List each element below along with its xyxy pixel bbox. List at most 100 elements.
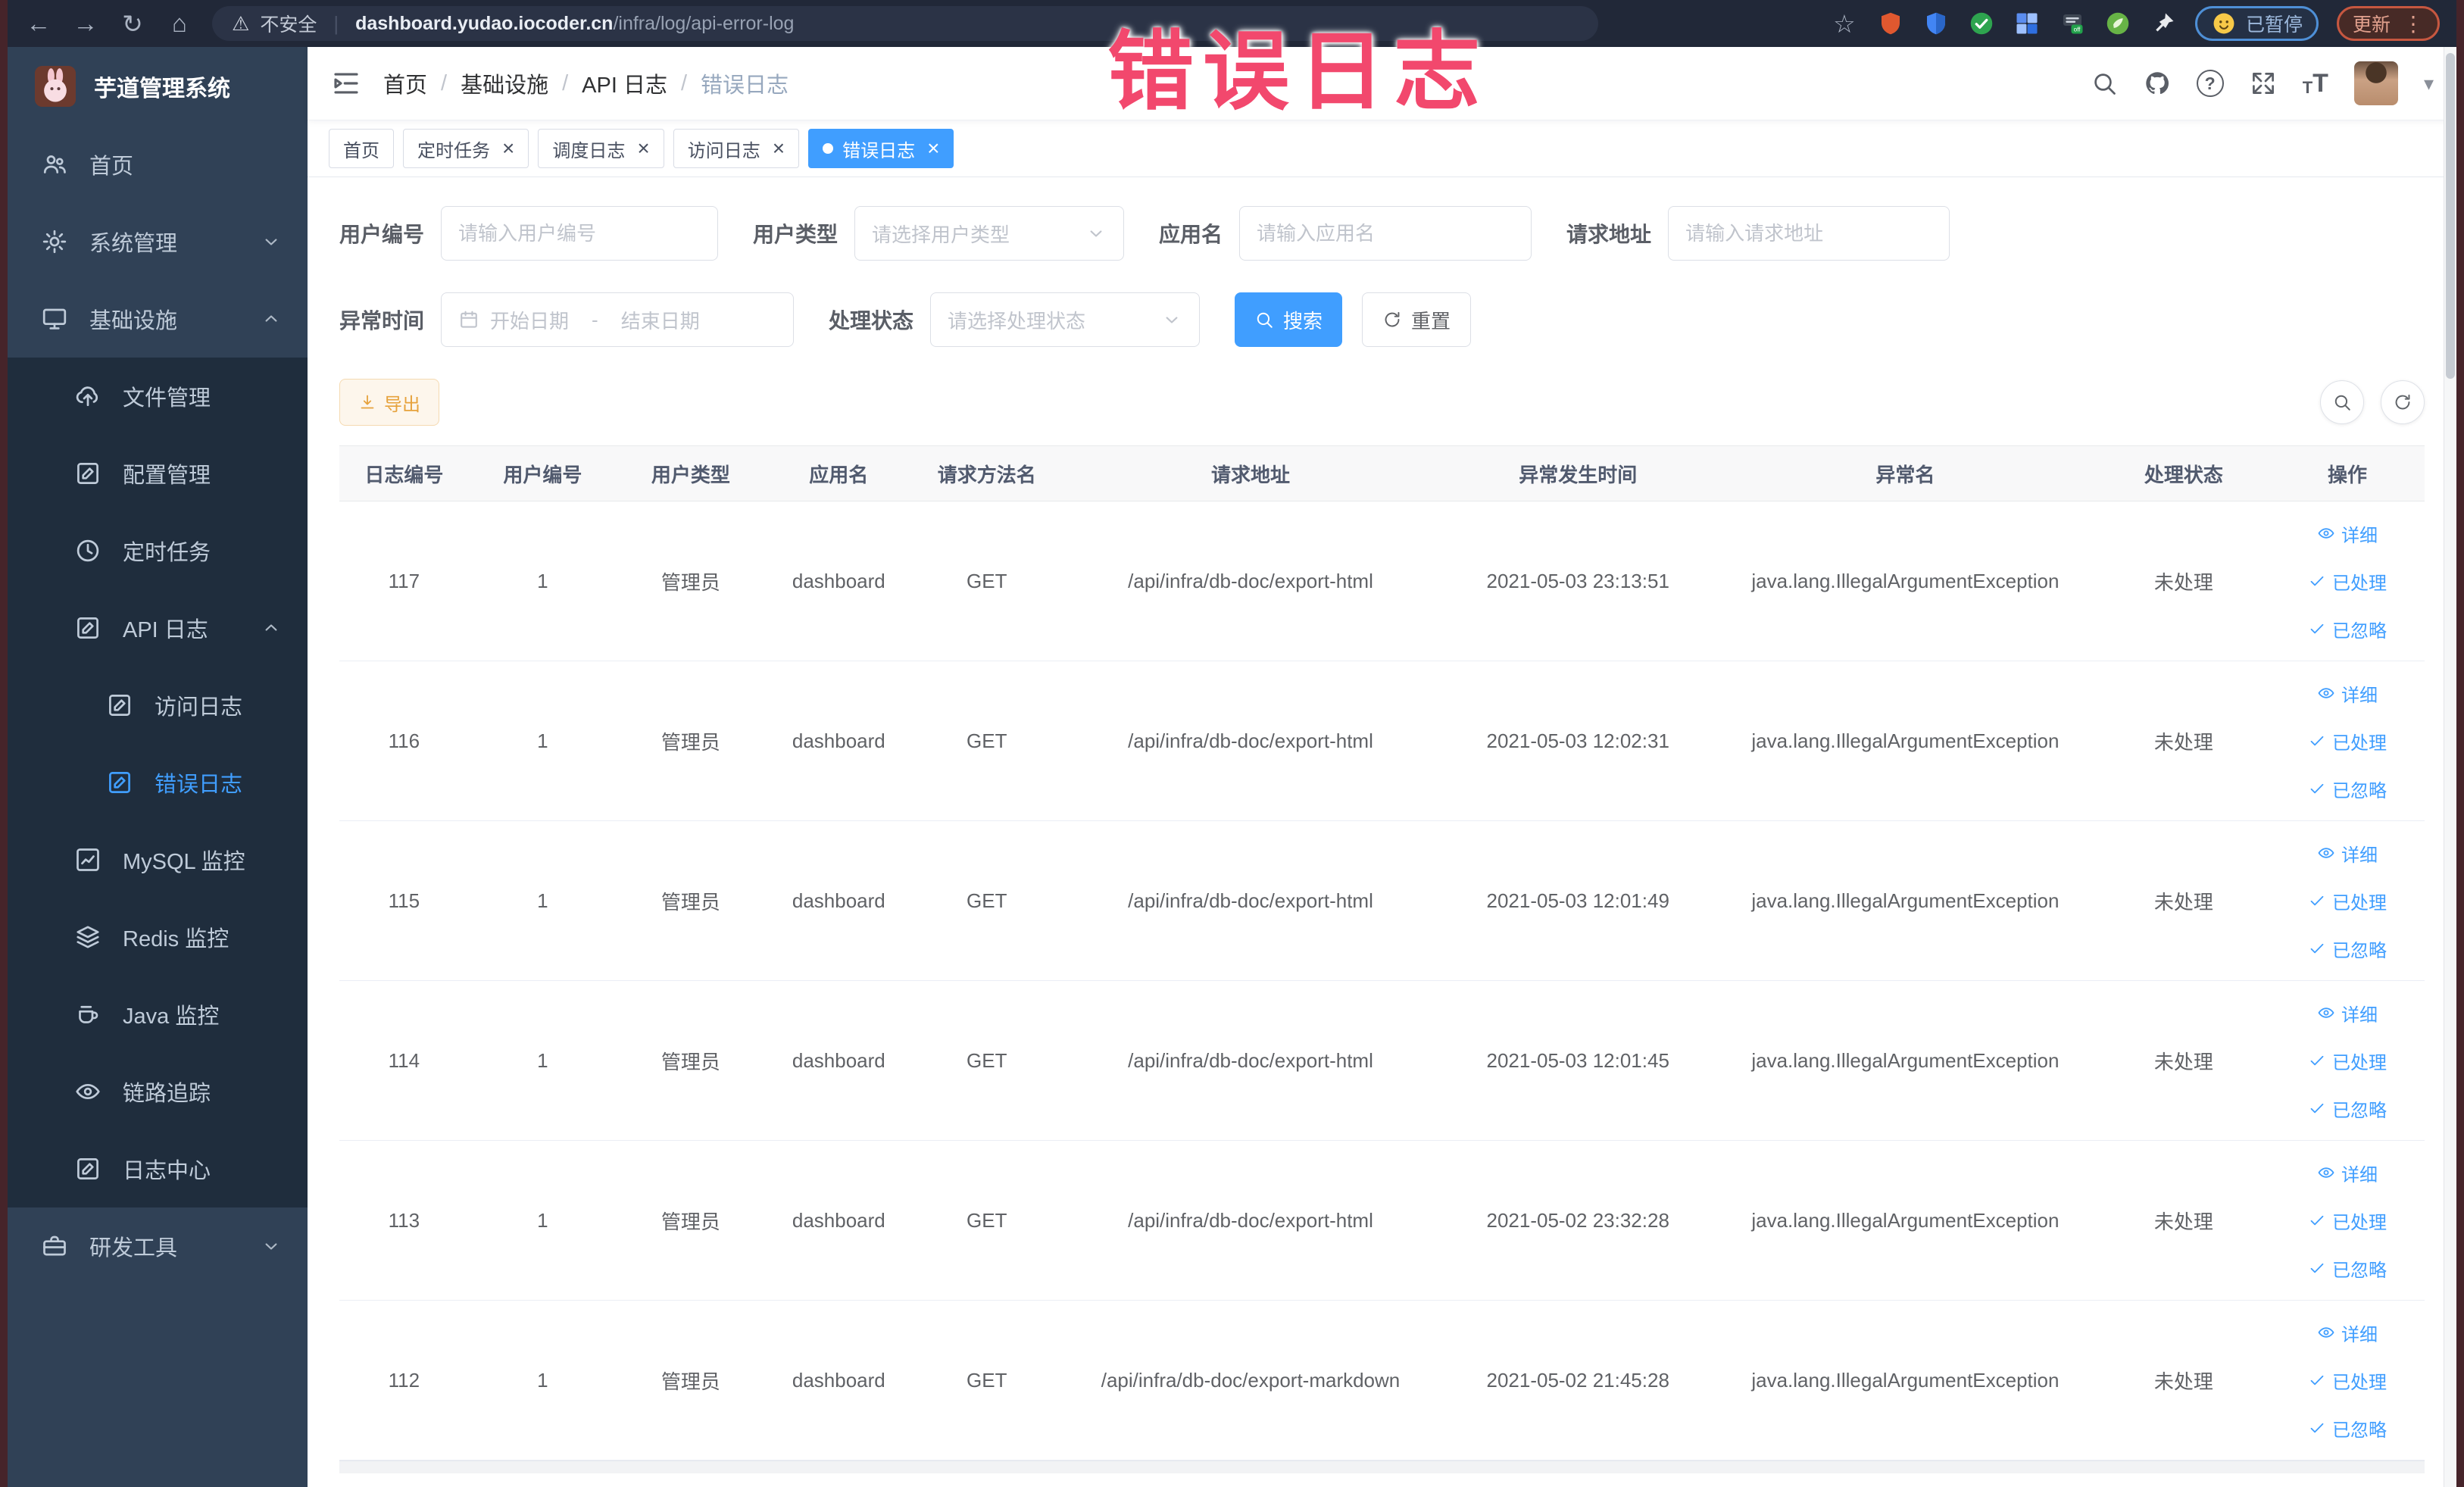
cell-id: 114 [388, 1048, 420, 1072]
action-ignored[interactable]: 已忽略 [2308, 776, 2387, 802]
action-processed[interactable]: 已处理 [2308, 1367, 2387, 1394]
close-icon[interactable]: × [502, 138, 514, 159]
cloud-upload-icon [74, 383, 101, 410]
action-ignored[interactable]: 已忽略 [2308, 1095, 2387, 1122]
sidebar-item-label: MySQL 监控 [123, 850, 245, 874]
search-button[interactable]: 搜索 [1235, 292, 1343, 347]
font-size-icon[interactable]: TT [2303, 70, 2328, 96]
reset-button[interactable]: 重置 [1362, 292, 1472, 347]
cell-actions: 详细 已处理 已忽略 [2272, 520, 2422, 642]
action-label: 已忽略 [2332, 780, 2387, 801]
sidebar-item-access-log[interactable]: 访问日志 [8, 667, 308, 744]
action-ignored[interactable]: 已忽略 [2308, 616, 2387, 642]
sidebar-item-dev-tools[interactable]: 研发工具 [8, 1207, 308, 1285]
user-avatar[interactable] [2353, 61, 2398, 105]
breadcrumb-item[interactable]: API 日志 [582, 67, 667, 99]
shield-extension-icon[interactable] [1922, 10, 1950, 37]
update-pill[interactable]: 更新 ⋮ [2336, 6, 2440, 41]
vertical-scrollbar[interactable] [2444, 47, 2456, 1487]
action-processed[interactable]: 已处理 [2308, 1207, 2387, 1234]
tab-home[interactable]: 首页 [329, 129, 394, 168]
search-icon[interactable] [2091, 70, 2118, 97]
sidebar-item-home[interactable]: 首页 [8, 126, 308, 203]
user-id-input[interactable] [441, 206, 719, 261]
grid-extension-icon[interactable] [2013, 10, 2041, 37]
sidebar-item-log-center[interactable]: 日志中心 [8, 1130, 308, 1207]
sidebar-item-mysql-monitor[interactable]: MySQL 监控 [8, 821, 308, 898]
tab-error-log[interactable]: 错误日志 × [808, 129, 954, 168]
action-processed[interactable]: 已处理 [2308, 728, 2387, 754]
action-processed[interactable]: 已处理 [2308, 888, 2387, 914]
reload-icon[interactable]: ↻ [118, 9, 147, 39]
breadcrumb-separator: / [562, 70, 569, 95]
user-type-select[interactable]: 请选择用户类型 [854, 206, 1125, 261]
sidebar-logo[interactable]: 芋道管理系统 [8, 47, 308, 126]
onoff-extension-icon[interactable]: off [2059, 10, 2086, 37]
tab-access-log[interactable]: 访问日志 × [673, 129, 800, 168]
action-detail[interactable]: 详细 [2317, 680, 2378, 707]
search-icon [1254, 310, 1274, 330]
cell-method: GET [967, 1048, 1007, 1072]
sidebar-item-java-monitor[interactable]: Java 监控 [8, 976, 308, 1053]
sidebar-item-scheduled-task[interactable]: 定时任务 [8, 512, 308, 589]
help-icon[interactable]: ? [2196, 70, 2224, 97]
action-processed[interactable]: 已处理 [2308, 568, 2387, 595]
table-horizontal-scrollbar[interactable] [339, 1460, 2425, 1473]
sidebar-item-label: 基础设施 [89, 309, 178, 333]
close-icon[interactable]: × [927, 138, 939, 159]
breadcrumb-item[interactable]: 首页 [383, 67, 427, 99]
action-detail[interactable]: 详细 [2317, 520, 2378, 547]
tab-schedule-log[interactable]: 调度日志 × [538, 129, 664, 168]
profile-avatar-icon [2211, 11, 2237, 36]
chevron-up-icon [261, 617, 282, 639]
sidebar-item-config-management[interactable]: 配置管理 [8, 435, 308, 512]
action-detail[interactable]: 详细 [2317, 1160, 2378, 1186]
pin-extension-icon[interactable] [2150, 10, 2177, 37]
home-icon[interactable]: ⌂ [165, 9, 194, 38]
action-ignored[interactable]: 已忽略 [2308, 1255, 2387, 1282]
breadcrumb-item[interactable]: 基础设施 [461, 67, 548, 99]
toggle-search-button[interactable] [2320, 380, 2364, 424]
sidebar-item-api-log[interactable]: API 日志 [8, 589, 308, 667]
request-url-input[interactable] [1668, 206, 1950, 261]
refresh-table-button[interactable] [2381, 380, 2425, 424]
cell-actions: 详细 已处理 已忽略 [2272, 1160, 2422, 1282]
sidebar-item-error-log[interactable]: 错误日志 [8, 744, 308, 821]
app-name-input[interactable] [1239, 206, 1532, 261]
action-processed[interactable]: 已处理 [2308, 1048, 2387, 1074]
action-ignored[interactable]: 已忽略 [2308, 936, 2387, 962]
export-button[interactable]: 导出 [339, 379, 439, 426]
column-header: 日志编号 [364, 463, 444, 486]
back-icon[interactable]: ← [24, 9, 53, 38]
exception-time-range-picker[interactable]: 开始日期 - 结束日期 [441, 292, 795, 347]
process-status-select[interactable]: 请选择处理状态 [930, 292, 1201, 347]
action-detail[interactable]: 详细 [2317, 1000, 2378, 1026]
scrollbar-thumb[interactable] [2446, 53, 2455, 379]
sidebar-item-file-management[interactable]: 文件管理 [8, 358, 308, 435]
action-detail[interactable]: 详细 [2317, 1320, 2378, 1346]
tab-scheduled-task[interactable]: 定时任务 × [403, 129, 529, 168]
fullscreen-icon[interactable] [2250, 70, 2277, 97]
check-icon [2308, 572, 2326, 590]
sidebar-item-system-management[interactable]: 系统管理 [8, 203, 308, 280]
filter-row-1: 用户编号 用户类型 请选择用户类型 应用名 [339, 206, 2425, 261]
forward-icon[interactable]: → [71, 9, 100, 38]
action-ignored[interactable]: 已忽略 [2308, 1415, 2387, 1442]
profile-paused-pill[interactable]: 已暂停 [2194, 6, 2319, 41]
action-detail[interactable]: 详细 [2317, 840, 2378, 867]
bookmark-star-icon[interactable]: ☆ [1830, 9, 1859, 39]
close-icon[interactable]: × [637, 138, 649, 159]
caret-down-icon[interactable]: ▾ [2424, 72, 2434, 95]
sidebar-item-trace[interactable]: 链路追踪 [8, 1053, 308, 1130]
cell-status: 未处理 [2153, 1210, 2213, 1233]
column-header: 异常发生时间 [1519, 463, 1638, 486]
kebab-menu-icon[interactable]: ⋮ [2403, 11, 2424, 36]
sidebar-item-redis-monitor[interactable]: Redis 监控 [8, 898, 308, 976]
close-icon[interactable]: × [773, 138, 785, 159]
check-extension-icon[interactable] [1968, 10, 1995, 37]
ublock-extension-icon[interactable] [1877, 10, 1904, 37]
hamburger-icon[interactable] [330, 67, 362, 99]
sidebar-item-infrastructure[interactable]: 基础设施 [8, 280, 308, 358]
leaf-extension-icon[interactable] [2104, 10, 2131, 37]
github-icon[interactable] [2144, 70, 2171, 97]
